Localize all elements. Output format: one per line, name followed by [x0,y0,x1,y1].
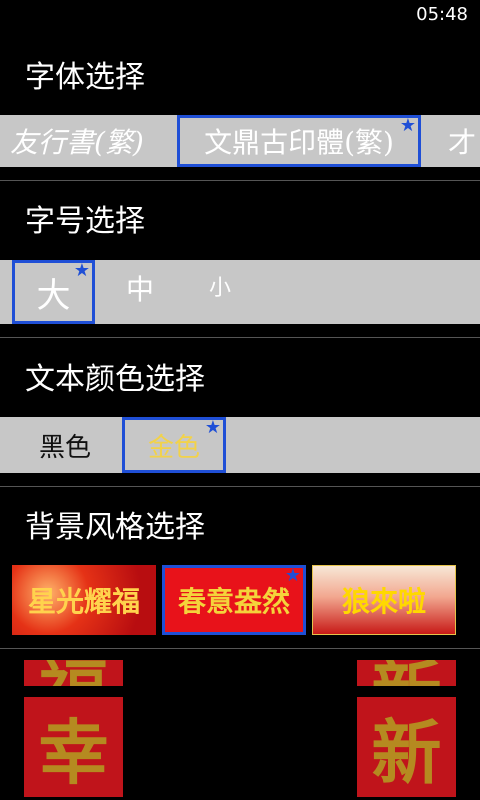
size-section-title: 字号选择 [25,204,145,239]
star-icon: ★ [73,260,90,281]
preview-char: 福 [39,660,109,686]
bg-option-label: 狼來啦 [341,585,426,618]
bg-section-title: 背景风格选择 [25,510,205,545]
size-option-small[interactable]: 小 [185,254,255,318]
size-option-label: 中 [125,273,154,306]
font-option-label: 才 [448,126,477,159]
divider [0,486,480,487]
font-option-label: 友行書(繁) [10,126,144,159]
star-icon: ★ [399,115,416,136]
color-option-label: 金色 [147,432,200,463]
preview-left-top: 福 [24,660,123,686]
size-option-label: 小 [208,276,231,301]
size-option-label: 大 [36,275,71,316]
font-option-label: 文鼎古印體(繁) [204,126,394,159]
star-icon: ★ [204,417,221,438]
status-time: 05:48 [416,4,468,25]
color-option-gold[interactable]: 金色 ★ [122,417,226,473]
font-option-next[interactable]: 才 [448,115,480,167]
bg-option-langlaila[interactable]: 狼來啦 [312,565,456,635]
font-section-title: 字体选择 [25,60,145,95]
preview-char: 幸 [38,710,109,794]
bg-option-chunyi[interactable]: 春意盎然 ★ [162,565,306,635]
divider [0,648,480,649]
bg-option-xingguang[interactable]: 星光耀福 [12,565,156,635]
color-strip: 黑色 金色 ★ [0,417,480,473]
preview-char: 新 [372,660,442,686]
size-option-medium[interactable]: 中 [105,256,175,320]
color-option-label: 黑色 [38,432,91,463]
divider [0,180,480,181]
divider [0,337,480,338]
preview-right-top: 新 [357,660,456,686]
font-option-youxingshu[interactable]: 友行書(繁) [10,115,170,167]
size-strip: 大 ★ 中 小 [0,260,480,324]
color-option-black[interactable]: 黑色 [20,417,110,473]
bg-option-label: 春意盎然 [177,585,290,618]
preview-char: 新 [371,710,442,794]
preview-left-bottom: 幸 [24,697,123,797]
color-section-title: 文本颜色选择 [25,362,205,397]
size-option-large[interactable]: 大 ★ [12,260,95,324]
font-strip: 友行書(繁) 文鼎古印體(繁) ★ 才 [0,115,480,167]
bg-option-label: 星光耀福 [27,585,140,618]
preview-right-bottom: 新 [357,697,456,797]
font-option-wendingguyin[interactable]: 文鼎古印體(繁) ★ [177,115,421,167]
